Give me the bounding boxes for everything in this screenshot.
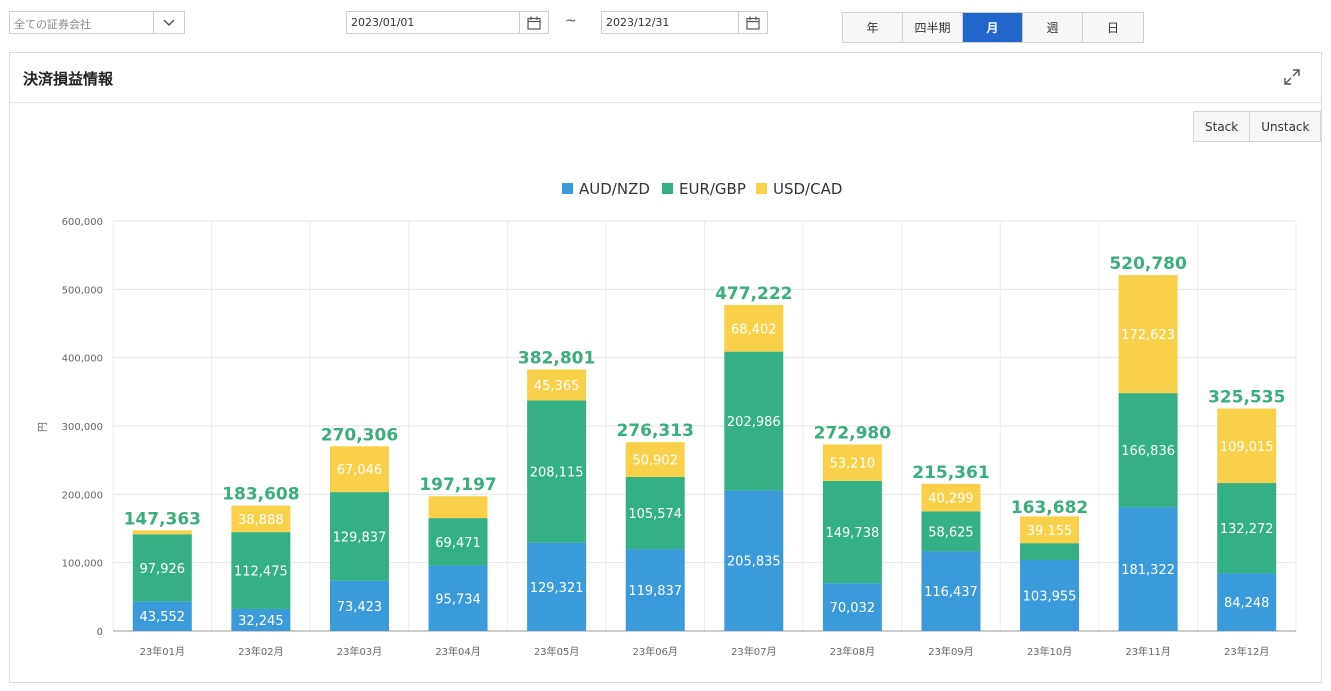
segment-value-label: 84,248 — [1224, 596, 1270, 611]
y-tick-label: 300,000 — [62, 422, 103, 433]
y-tick-label: 0 — [97, 627, 103, 638]
total-value-label: 477,222 — [715, 284, 792, 304]
segment-value-label: 70,032 — [830, 601, 876, 616]
y-tick-label: 400,000 — [62, 354, 103, 365]
x-tick-label: 23年03月 — [337, 645, 382, 658]
x-tick-label: 23年06月 — [632, 645, 677, 658]
segment-value-label: 67,046 — [337, 463, 383, 478]
total-value-label: 197,197 — [419, 475, 496, 495]
segment-value-label: 172,623 — [1121, 328, 1175, 343]
legend-item: AUD/NZD — [579, 180, 650, 198]
segment-value-label: 39,155 — [1027, 524, 1073, 539]
x-tick-label: 23年10月 — [1027, 645, 1072, 658]
segment-value-label: 95,734 — [435, 592, 481, 607]
total-value-label: 270,306 — [321, 425, 398, 445]
segment-value-label: 40,299 — [928, 492, 974, 507]
x-tick-label: 23年09月 — [928, 645, 973, 658]
segment-value-label: 58,625 — [928, 525, 974, 540]
segment-value-label: 97,926 — [140, 562, 186, 577]
total-value-label: 520,780 — [1109, 254, 1187, 274]
segment-value-label: 45,365 — [534, 379, 580, 394]
total-value-label: 183,608 — [222, 485, 299, 505]
bar-segment — [1020, 543, 1080, 560]
segment-value-label: 166,836 — [1121, 444, 1175, 459]
segment-value-label: 116,437 — [924, 585, 978, 600]
x-tick-label: 23年08月 — [830, 645, 875, 658]
segment-value-label: 205,835 — [727, 555, 781, 570]
bar-segment — [132, 530, 192, 535]
legend-item: USD/CAD — [773, 180, 842, 198]
segment-value-label: 202,986 — [727, 415, 781, 430]
total-value-label: 272,980 — [814, 423, 892, 443]
segment-value-label: 132,272 — [1220, 522, 1274, 537]
y-axis-label: 円 — [38, 422, 49, 432]
y-tick-label: 100,000 — [62, 559, 103, 570]
segment-value-label: 129,837 — [333, 530, 387, 545]
legend-swatch — [756, 183, 767, 194]
legend-item: EUR/GBP — [679, 180, 746, 198]
segment-value-label: 43,552 — [140, 610, 186, 625]
y-tick-label: 500,000 — [62, 285, 103, 296]
segment-value-label: 103,955 — [1023, 589, 1077, 604]
segment-value-label: 105,574 — [628, 507, 682, 522]
segment-value-label: 129,321 — [530, 581, 584, 596]
y-tick-label: 200,000 — [62, 490, 103, 501]
segment-value-label: 119,837 — [628, 584, 682, 599]
segment-value-label: 149,738 — [825, 526, 879, 541]
total-value-label: 163,682 — [1011, 498, 1088, 518]
total-value-label: 276,313 — [616, 421, 693, 441]
x-tick-label: 23年11月 — [1125, 645, 1170, 658]
segment-value-label: 181,322 — [1121, 563, 1175, 578]
x-tick-label: 23年12月 — [1224, 645, 1269, 658]
stacked-bar-chart: 0 100,000 200,000 300,000 400,000 500,000 600,… — [38, 180, 1297, 658]
segment-value-label: 38,888 — [238, 513, 284, 528]
segment-value-label: 112,475 — [234, 565, 288, 580]
segment-value-label: 69,471 — [435, 536, 481, 551]
y-tick-label: 600,000 — [62, 217, 103, 228]
segment-value-label: 109,015 — [1220, 440, 1274, 455]
total-value-label: 215,361 — [912, 463, 989, 483]
x-tick-label: 23年05月 — [534, 645, 579, 658]
x-tick-label: 23年04月 — [435, 645, 480, 658]
total-value-label: 147,363 — [124, 509, 201, 529]
legend-swatch — [562, 183, 573, 194]
segment-value-label: 73,423 — [337, 600, 383, 615]
segment-value-label: 68,402 — [731, 322, 777, 337]
total-value-label: 325,535 — [1208, 388, 1285, 408]
segment-value-label: 208,115 — [530, 466, 584, 481]
x-tick-label: 23年01月 — [140, 645, 185, 658]
bar-segment — [428, 496, 488, 519]
x-tick-label: 23年02月 — [238, 645, 283, 658]
legend-swatch — [662, 183, 673, 194]
x-tick-label: 23年07月 — [731, 645, 776, 658]
segment-value-label: 53,210 — [830, 457, 876, 472]
segment-value-label: 50,902 — [632, 454, 678, 469]
total-value-label: 382,801 — [518, 348, 595, 368]
segment-value-label: 32,245 — [238, 614, 284, 629]
